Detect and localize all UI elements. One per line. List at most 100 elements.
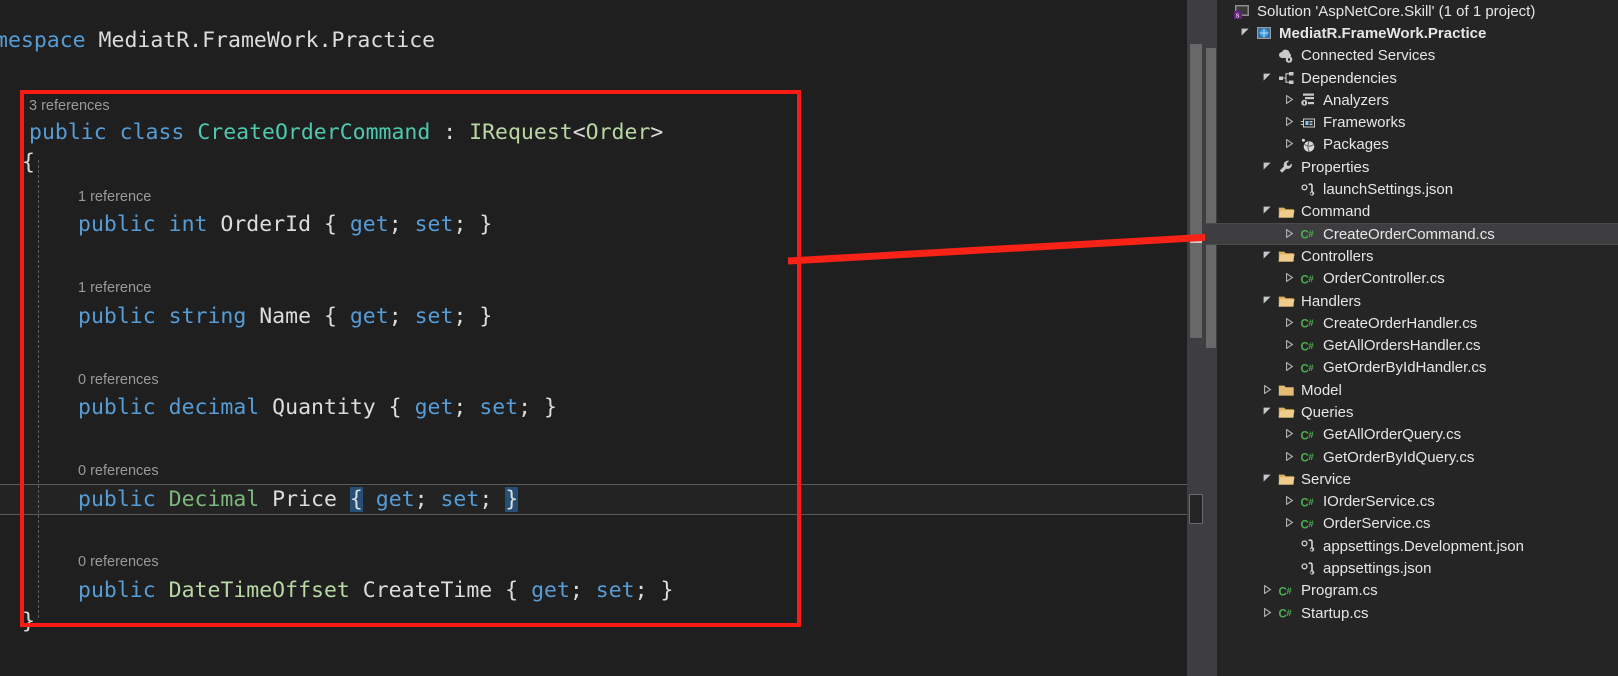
solution-explorer-panel[interactable]: s Solution 'AspNetCore.Skill' (1 of 1 pro… [1205,0,1618,676]
chevron-right-icon[interactable] [1281,339,1297,351]
chevron-right-icon[interactable] [1281,495,1297,507]
tree-row[interactable]: appsettings.json [1205,557,1618,579]
editor-scrollbar-caret-marker [1190,240,1202,243]
code-token: class [119,120,185,145]
tree-row-selected[interactable]: C # CreateOrderCommand.cs [1205,222,1618,246]
chevron-down-icon[interactable] [1259,474,1275,485]
tree-row[interactable]: C # IOrderService.cs [1205,491,1618,513]
code-token: IRequest [469,120,573,145]
chevron-right-icon[interactable] [1281,272,1297,284]
svg-text:#: # [1308,363,1314,374]
tree-row[interactable]: Queries [1205,401,1618,423]
code-editor[interactable]: mespace MediatR.FrameWork.Practice 3 refe… [0,0,1187,676]
editor-vertical-scrollbar-thumb[interactable] [1190,44,1202,338]
code-token: ; } [453,304,493,329]
svg-text:#: # [1308,229,1314,240]
chevron-right-icon[interactable] [1281,94,1297,106]
tree-row[interactable]: Frameworks [1205,111,1618,133]
packages-icon [1297,137,1319,153]
code-token: Order [585,120,651,145]
chevron-down-icon[interactable] [1259,407,1275,418]
chevron-right-icon[interactable] [1281,428,1297,440]
reference-count-label: 0 references [78,463,159,479]
chevron-right-icon[interactable] [1259,584,1275,596]
tree-row[interactable]: C # GetAllOrderQuery.cs [1205,424,1618,446]
tree-row[interactable]: Dependencies [1205,67,1618,89]
tree-row[interactable]: Controllers [1205,245,1618,267]
tree-row[interactable]: s Solution 'AspNetCore.Skill' (1 of 1 pro… [1205,0,1618,22]
code-token: CreateTime { [349,578,532,603]
tree-row[interactable]: C # OrderService.cs [1205,513,1618,535]
tree-item-label: Frameworks [1323,114,1406,132]
code-token: public [78,578,156,603]
chevron-right-icon[interactable] [1281,116,1297,128]
code-token: get [349,212,389,237]
chevron-right-icon[interactable] [1281,518,1297,529]
chevron-right-icon[interactable] [1259,607,1275,619]
editor-scrollbar-viewport-box[interactable] [1189,494,1203,524]
tree-item-label: MediatR.FrameWork.Practice [1279,24,1487,42]
chevron-right-icon[interactable] [1281,317,1297,329]
solution-explorer-tree[interactable]: s Solution 'AspNetCore.Skill' (1 of 1 pro… [1205,0,1618,624]
tree-item-label: IOrderService.cs [1323,493,1435,511]
chevron-down-icon[interactable] [1259,251,1275,262]
tree-row[interactable]: Analyzers [1205,89,1618,111]
code-token: ; } [518,395,557,420]
chevron-down-icon[interactable] [1259,73,1275,84]
tree-row[interactable]: launchSettings.json [1205,178,1618,200]
code-token: string [168,304,247,329]
namespace-name: MediatR.FrameWork.Practice [85,28,436,53]
chevron-right-icon[interactable] [1281,228,1297,240]
chevron-right-icon[interactable] [1281,451,1297,463]
chevron-right-icon[interactable] [1281,361,1297,373]
dependencies-icon [1275,70,1297,86]
csharp-file-icon: C # [1297,494,1319,510]
tree-row[interactable]: Service [1205,468,1618,490]
tree-item-label: Properties [1301,158,1370,176]
code-token: public [78,395,156,420]
chevron-down-icon[interactable] [1237,28,1253,39]
tree-row[interactable]: C # GetOrderByIdHandler.cs [1205,357,1618,379]
tree-row[interactable]: Command [1205,201,1618,223]
code-token: public [29,120,107,145]
chevron-down-icon[interactable] [1259,296,1275,307]
code-token: ; } [634,578,674,603]
tree-row[interactable]: Connected Services [1205,45,1618,67]
tree-row[interactable]: C # CreateOrderHandler.cs [1205,312,1618,334]
tree-row[interactable]: C # GetOrderByIdQuery.cs [1205,446,1618,468]
code-token: ; [388,304,415,329]
csharp-file-icon: C # [1297,427,1319,443]
chevron-right-icon[interactable] [1281,138,1297,150]
code-line: public int OrderId { get; set; } [78,210,492,240]
namespace-keyword: mespace [0,28,86,53]
chevron-down-icon[interactable] [1259,162,1275,173]
tree-row[interactable]: Handlers [1205,290,1618,312]
code-token: Price [259,487,350,512]
tree-row[interactable]: Model [1205,379,1618,401]
wrench-icon [1275,159,1297,175]
tree-row[interactable]: MediatR.FrameWork.Practice [1205,22,1618,44]
svg-text:#: # [1286,586,1292,597]
chevron-right-icon[interactable] [1259,384,1275,396]
tree-row[interactable]: Packages [1205,134,1618,156]
tree-row[interactable]: appsettings.Development.json [1205,535,1618,557]
code-token: int [168,212,208,237]
indent-guide [38,160,39,618]
tree-row[interactable]: C # GetAllOrdersHandler.cs [1205,334,1618,356]
folder-icon [1275,248,1297,264]
code-token: Quantity { [259,395,415,420]
csharp-file-icon: C # [1297,360,1319,376]
code-token: set [440,487,480,512]
json-file-icon [1297,182,1319,198]
tree-item-label: GetAllOrderQuery.cs [1323,426,1462,444]
class-close-brace: } [22,609,35,634]
tree-row[interactable]: C # OrderController.cs [1205,268,1618,290]
chevron-down-icon[interactable] [1259,206,1275,217]
tree-row[interactable]: C # Program.cs [1205,580,1618,602]
tree-row[interactable]: C # Startup.cs [1205,602,1618,624]
tree-row[interactable]: Properties [1205,156,1618,178]
